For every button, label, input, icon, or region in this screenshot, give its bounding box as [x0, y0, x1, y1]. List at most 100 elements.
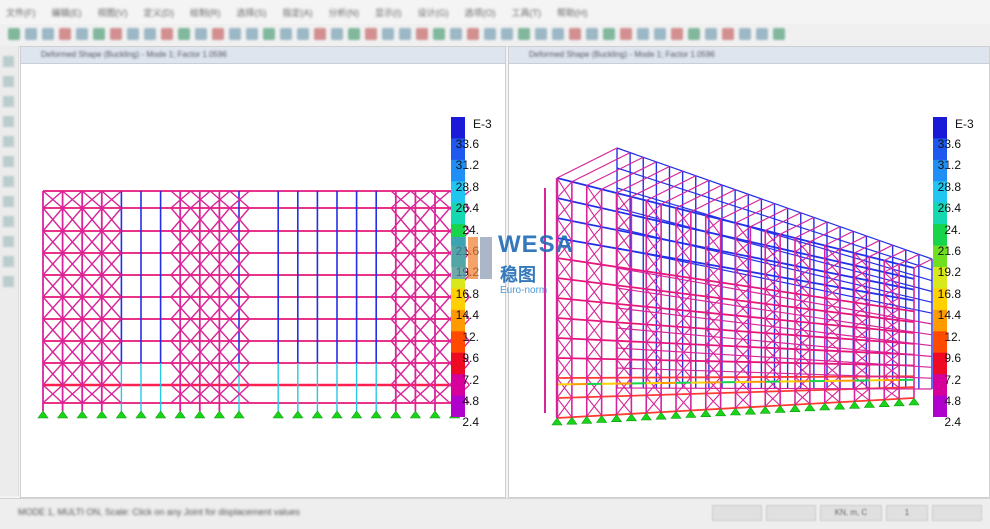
- left-view-pane[interactable]: Deformed Shape (Buckling) - Mode 1; Fact…: [20, 46, 506, 498]
- toolbar-button-icon[interactable]: [603, 28, 615, 40]
- toolbar-button-icon[interactable]: [433, 28, 445, 40]
- toolbar-button-icon[interactable]: [42, 28, 54, 40]
- frame-member: [676, 261, 691, 275]
- support-icon: [195, 411, 205, 418]
- toolbar-button-icon[interactable]: [756, 28, 768, 40]
- support-icon: [371, 411, 381, 418]
- watermark-logo: WESA 稳图 Euro-norm: [450, 225, 590, 305]
- menu-item-8[interactable]: 显示(I): [375, 6, 402, 19]
- toolbar-button-icon[interactable]: [246, 28, 258, 40]
- toolbar-button-icon[interactable]: [620, 28, 632, 40]
- menu-item-7[interactable]: 分析(N): [329, 6, 360, 19]
- toolbar-button-icon[interactable]: [705, 28, 717, 40]
- toolbar-button-icon[interactable]: [212, 28, 224, 40]
- toolbar-button-icon[interactable]: [331, 28, 343, 40]
- toolbar-button-icon[interactable]: [8, 28, 20, 40]
- menu-item-11[interactable]: 工具(T): [512, 6, 542, 19]
- watermark-cjk: 稳图: [500, 261, 536, 287]
- toolbar-button-icon[interactable]: [569, 28, 581, 40]
- menu-item-12[interactable]: 帮助(H): [557, 6, 588, 19]
- toolbar-button-icon[interactable]: [484, 28, 496, 40]
- toolbar-button-icon[interactable]: [144, 28, 156, 40]
- side-tool-icon[interactable]: [3, 216, 14, 227]
- toolbar-button-icon[interactable]: [280, 28, 292, 40]
- frame-member: [557, 148, 617, 178]
- toolbar-button-icon[interactable]: [688, 28, 700, 40]
- elevation-view[interactable]: [21, 63, 506, 498]
- toolbar-button-icon[interactable]: [76, 28, 88, 40]
- side-tool-icon[interactable]: [3, 256, 14, 267]
- side-tool-icon[interactable]: [3, 276, 14, 287]
- toolbar-button-icon[interactable]: [450, 28, 462, 40]
- toolbar-button-icon[interactable]: [59, 28, 71, 40]
- toolbar-button-icon[interactable]: [314, 28, 326, 40]
- frame-member: [646, 222, 661, 236]
- support-icon: [552, 418, 562, 425]
- toolbar-button-icon[interactable]: [535, 28, 547, 40]
- toolbar-button-icon[interactable]: [229, 28, 241, 40]
- side-tool-icon[interactable]: [3, 136, 14, 147]
- units-selector[interactable]: KN, m, C: [820, 505, 882, 521]
- toolbar-button-icon[interactable]: [467, 28, 479, 40]
- toolbar-button-icon[interactable]: [297, 28, 309, 40]
- legend-label: 26.4: [439, 201, 479, 215]
- menu-item-6[interactable]: 指定(A): [283, 6, 313, 19]
- frame-member: [750, 208, 787, 227]
- toolbar-button-icon[interactable]: [773, 28, 785, 40]
- side-tool-icon[interactable]: [3, 96, 14, 107]
- toolbar-button-icon[interactable]: [416, 28, 428, 40]
- toolbar-button-icon[interactable]: [654, 28, 666, 40]
- toolbar-button-icon[interactable]: [127, 28, 139, 40]
- frame-member: [587, 208, 602, 224]
- support-icon: [38, 411, 48, 418]
- toolbar-button-icon[interactable]: [178, 28, 190, 40]
- menu-item-4[interactable]: 绘制(R): [190, 6, 221, 19]
- toolbar-button-icon[interactable]: [501, 28, 513, 40]
- toolbar-button-icon[interactable]: [739, 28, 751, 40]
- side-tool-icon[interactable]: [3, 76, 14, 87]
- toolbar-button-icon[interactable]: [637, 28, 649, 40]
- toolbar-button-icon[interactable]: [399, 28, 411, 40]
- toolbar-button-icon[interactable]: [110, 28, 122, 40]
- toolbar-button-icon[interactable]: [365, 28, 377, 40]
- side-tool-icon[interactable]: [3, 176, 14, 187]
- toolbar-button-icon[interactable]: [195, 28, 207, 40]
- toolbar-button-icon[interactable]: [161, 28, 173, 40]
- right-color-legend: E-333.631.228.826.424.21.619.216.814.412…: [933, 117, 983, 487]
- side-tool-icon[interactable]: [3, 236, 14, 247]
- toolbar-button-icon[interactable]: [93, 28, 105, 40]
- toolbar-button-icon[interactable]: [25, 28, 37, 40]
- menu-item-0[interactable]: 文件(F): [6, 6, 36, 19]
- menu-item-3[interactable]: 定义(D): [144, 6, 175, 19]
- side-tool-icon[interactable]: [3, 116, 14, 127]
- support-icon: [58, 411, 68, 418]
- toolbar-button-icon[interactable]: [518, 28, 530, 40]
- frame-member: [646, 274, 661, 289]
- toolbar-button-icon[interactable]: [722, 28, 734, 40]
- menu-item-1[interactable]: 编辑(E): [52, 6, 82, 19]
- legend-label: 24.: [921, 223, 961, 237]
- support-icon: [312, 411, 322, 418]
- legend-label: 9.6: [439, 351, 479, 365]
- frame-member: [706, 298, 721, 312]
- toolbar-button-icon[interactable]: [671, 28, 683, 40]
- support-icon: [332, 411, 342, 418]
- side-tool-icon[interactable]: [3, 56, 14, 67]
- menu-item-9[interactable]: 设计(G): [418, 6, 449, 19]
- menu-item-2[interactable]: 视图(V): [98, 6, 128, 19]
- frame-member: [587, 189, 602, 204]
- toolbar-button-icon[interactable]: [382, 28, 394, 40]
- frame-member: [676, 212, 691, 225]
- toolbar-button-icon[interactable]: [586, 28, 598, 40]
- toolbar-button-icon[interactable]: [348, 28, 360, 40]
- frame-member: [855, 305, 870, 315]
- legend-title: E-3: [955, 117, 974, 131]
- toolbar-button-icon[interactable]: [263, 28, 275, 40]
- side-tool-icon[interactable]: [3, 156, 14, 167]
- status-field-5: [932, 505, 982, 521]
- side-tool-icon[interactable]: [3, 196, 14, 207]
- menu-item-10[interactable]: 选项(O): [465, 6, 496, 19]
- menu-item-5[interactable]: 选择(S): [237, 6, 267, 19]
- toolbar-button-icon[interactable]: [552, 28, 564, 40]
- legend-label: 4.8: [921, 394, 961, 408]
